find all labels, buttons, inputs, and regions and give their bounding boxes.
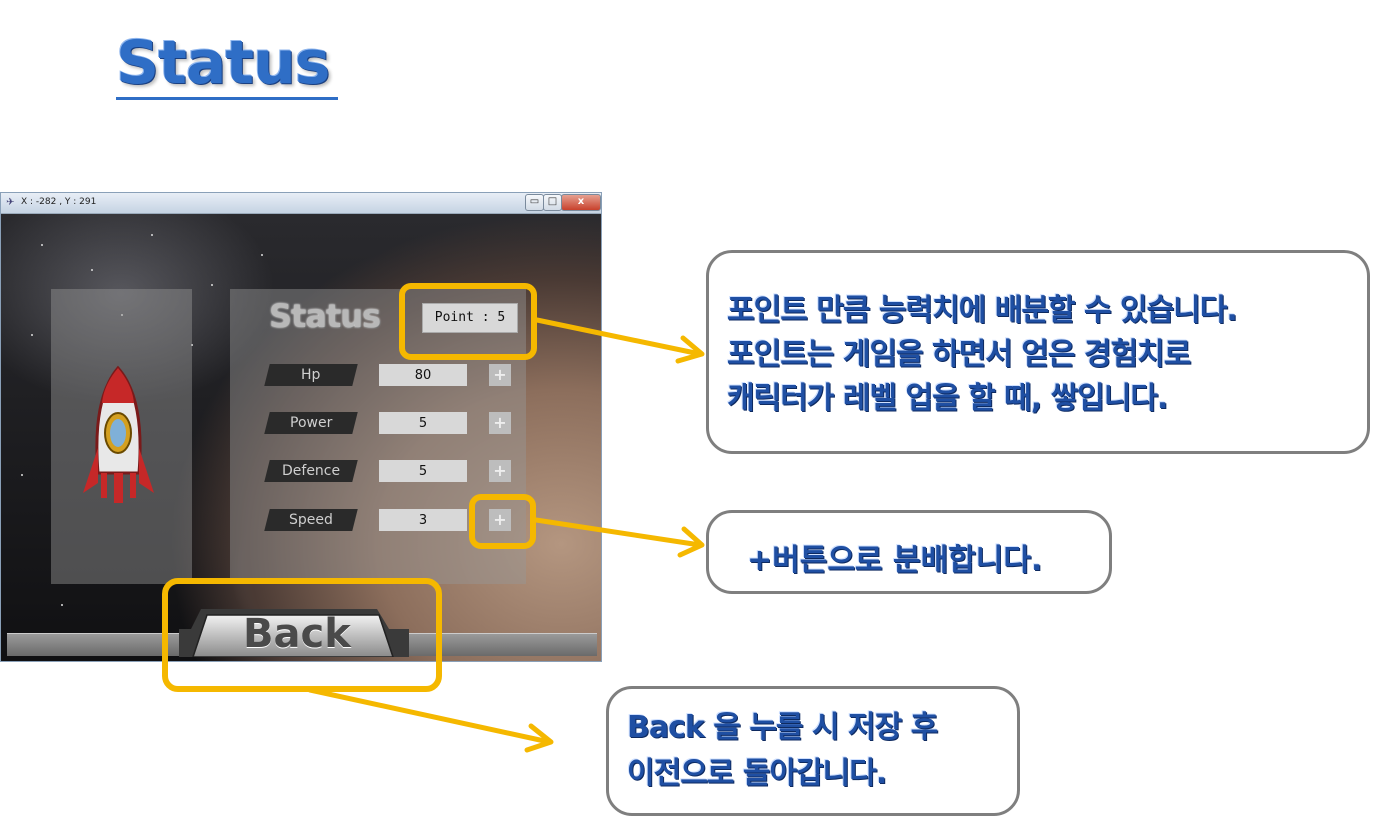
stat-label-power: Power xyxy=(264,412,358,434)
callout-point: 포인트 만큼 능력치에 배분할 수 있습니다. 포인트는 게임을 하면서 얻은 … xyxy=(706,250,1370,454)
title-underline xyxy=(116,97,338,100)
slide-title: Status xyxy=(116,28,330,98)
window-title: X : -282 , Y : 291 xyxy=(21,197,97,207)
callout-point-line-3: 캐릭터가 레벨 업을 할 때, 쌓입니다. xyxy=(727,381,1168,416)
stat-label-speed: Speed xyxy=(264,509,358,531)
callout-plus-text: +버튼으로 분배합니다. xyxy=(747,543,1043,578)
callout-point-line-1: 포인트 만큼 능력치에 배분할 수 있습니다. xyxy=(727,293,1238,328)
stat-value-hp: 80 xyxy=(379,364,467,386)
minimize-button[interactable]: ▭ xyxy=(525,194,544,211)
app-icon: ✈ xyxy=(6,197,15,208)
highlight-back xyxy=(162,578,442,692)
window-titlebar: ✈ X : -282 , Y : 291 ▭ □ x xyxy=(1,193,601,214)
plus-button-power[interactable]: + xyxy=(489,412,511,434)
callout-back-line-1: Back 을 누를 시 저장 후 xyxy=(627,710,938,745)
arrow-head-point xyxy=(675,335,705,364)
close-button[interactable]: x xyxy=(561,194,601,211)
maximize-button[interactable]: □ xyxy=(543,194,562,211)
stat-value-power: 5 xyxy=(379,412,467,434)
callout-back: Back 을 누를 시 저장 후 이전으로 돌아갑니다. xyxy=(606,686,1020,816)
status-logo: Status xyxy=(269,297,381,335)
callout-back-line-2: 이전으로 돌아갑니다. xyxy=(627,756,887,791)
arrow-head-back xyxy=(524,723,554,753)
plus-button-hp[interactable]: + xyxy=(489,364,511,386)
stat-label-hp: Hp xyxy=(264,364,358,386)
rocket-icon xyxy=(83,365,154,503)
arrow-head-plus xyxy=(677,526,705,558)
highlight-plus xyxy=(469,494,536,549)
highlight-point xyxy=(399,283,537,360)
stat-value-defence: 5 xyxy=(379,460,467,482)
callout-plus: +버튼으로 분배합니다. xyxy=(706,510,1112,594)
callout-point-line-2: 포인트는 게임을 하면서 얻은 경험치로 xyxy=(727,337,1191,372)
arrow-line-back xyxy=(307,687,552,745)
callout-back-text: Back 을 누를 시 저장 후 이전으로 돌아갑니다. xyxy=(627,705,938,797)
stat-label-defence: Defence xyxy=(264,460,358,482)
callout-point-text: 포인트 만큼 능력치에 배분할 수 있습니다. 포인트는 게임을 하면서 얻은 … xyxy=(727,289,1238,421)
plus-button-defence[interactable]: + xyxy=(489,460,511,482)
stat-value-speed: 3 xyxy=(379,509,467,531)
